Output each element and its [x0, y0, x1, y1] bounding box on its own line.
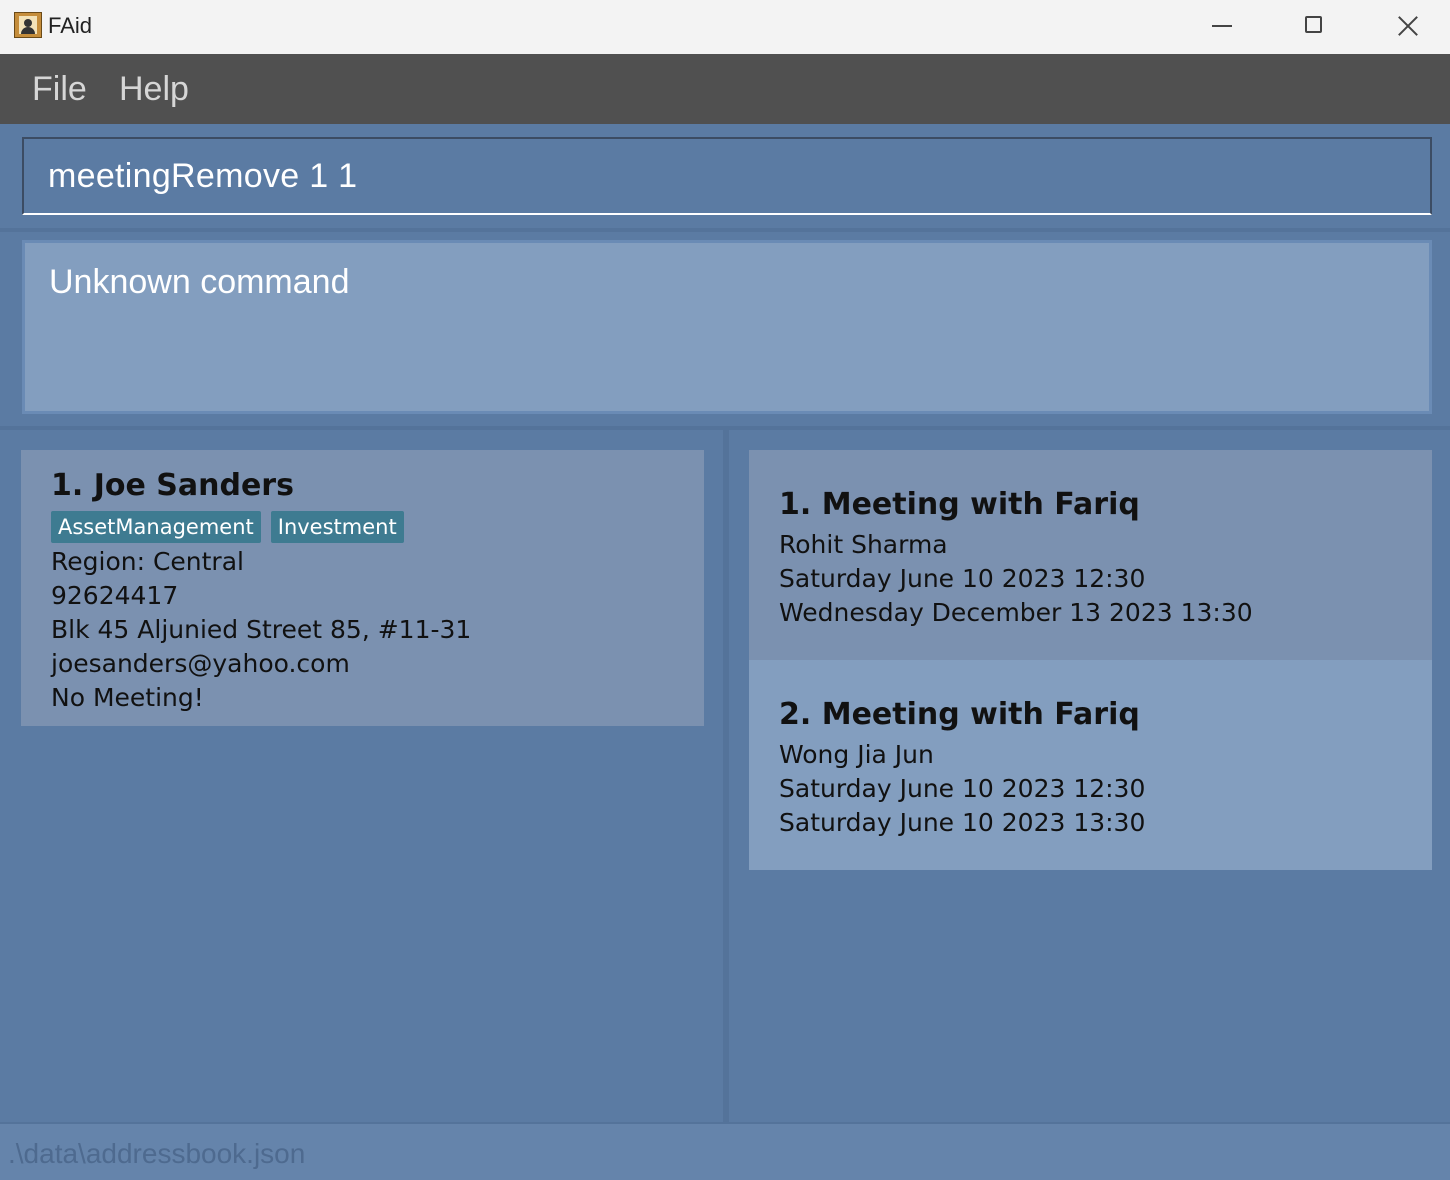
window-title: FAid	[48, 13, 93, 38]
person-list[interactable]: 1. Joe Sanders AssetManagement Investment…	[0, 430, 723, 1122]
person-meeting: No Meeting!	[51, 683, 204, 712]
minimize-button[interactable]	[1177, 0, 1269, 54]
result-display-container: Unknown command	[0, 232, 1450, 426]
meeting-card[interactable]: 1. Meeting with Fariq Rohit Sharma Satur…	[749, 450, 1432, 660]
command-text: meetingRemove 1 1	[48, 157, 358, 195]
result-display[interactable]: Unknown command	[22, 240, 1432, 414]
command-box-container: meetingRemove 1 1	[0, 124, 1450, 232]
person-address: Blk 45 Aljunied Street 85, #11-31	[51, 615, 472, 644]
person-region: Region: Central	[51, 547, 244, 576]
meeting-attendee: Rohit Sharma	[779, 530, 948, 559]
person-name: 1. Joe Sanders	[51, 468, 294, 503]
split-pane: 1. Joe Sanders AssetManagement Investment…	[0, 426, 1450, 1126]
contact-book-icon	[14, 12, 42, 38]
tag: Investment	[270, 511, 404, 543]
meeting-start: Saturday June 10 2023 12:30	[779, 564, 1146, 593]
maximize-icon	[1305, 16, 1322, 33]
menu-help[interactable]: Help	[119, 70, 189, 109]
meeting-list[interactable]: 1. Meeting with Fariq Rohit Sharma Satur…	[729, 430, 1450, 1122]
meeting-end: Wednesday December 13 2023 13:30	[779, 598, 1253, 627]
status-bar: .\data\addressbook.json	[0, 1122, 1450, 1180]
maximize-button[interactable]	[1268, 0, 1360, 54]
title-bar: FAid	[0, 0, 1450, 54]
menu-bar: File Help	[0, 54, 1450, 124]
tag-list: AssetManagement Investment	[51, 511, 414, 543]
person-card[interactable]: 1. Joe Sanders AssetManagement Investment…	[21, 450, 704, 726]
meeting-attendee: Wong Jia Jun	[779, 740, 934, 769]
result-message: Unknown command	[49, 263, 350, 301]
meeting-title: 1. Meeting with Fariq	[779, 487, 1140, 522]
meeting-end: Saturday June 10 2023 13:30	[779, 808, 1146, 837]
person-phone: 92624417	[51, 581, 179, 610]
tag: AssetManagement	[51, 511, 261, 543]
meeting-start: Saturday June 10 2023 12:30	[779, 774, 1146, 803]
meeting-title: 2. Meeting with Fariq	[779, 697, 1140, 732]
save-location: .\data\addressbook.json	[8, 1138, 306, 1169]
person-email: joesanders@yahoo.com	[51, 649, 350, 678]
close-button[interactable]	[1360, 0, 1450, 54]
meeting-card[interactable]: 2. Meeting with Fariq Wong Jia Jun Satur…	[749, 660, 1432, 870]
menu-file[interactable]: File	[32, 70, 87, 109]
minimize-icon	[1212, 25, 1232, 27]
command-input[interactable]: meetingRemove 1 1	[22, 137, 1432, 215]
